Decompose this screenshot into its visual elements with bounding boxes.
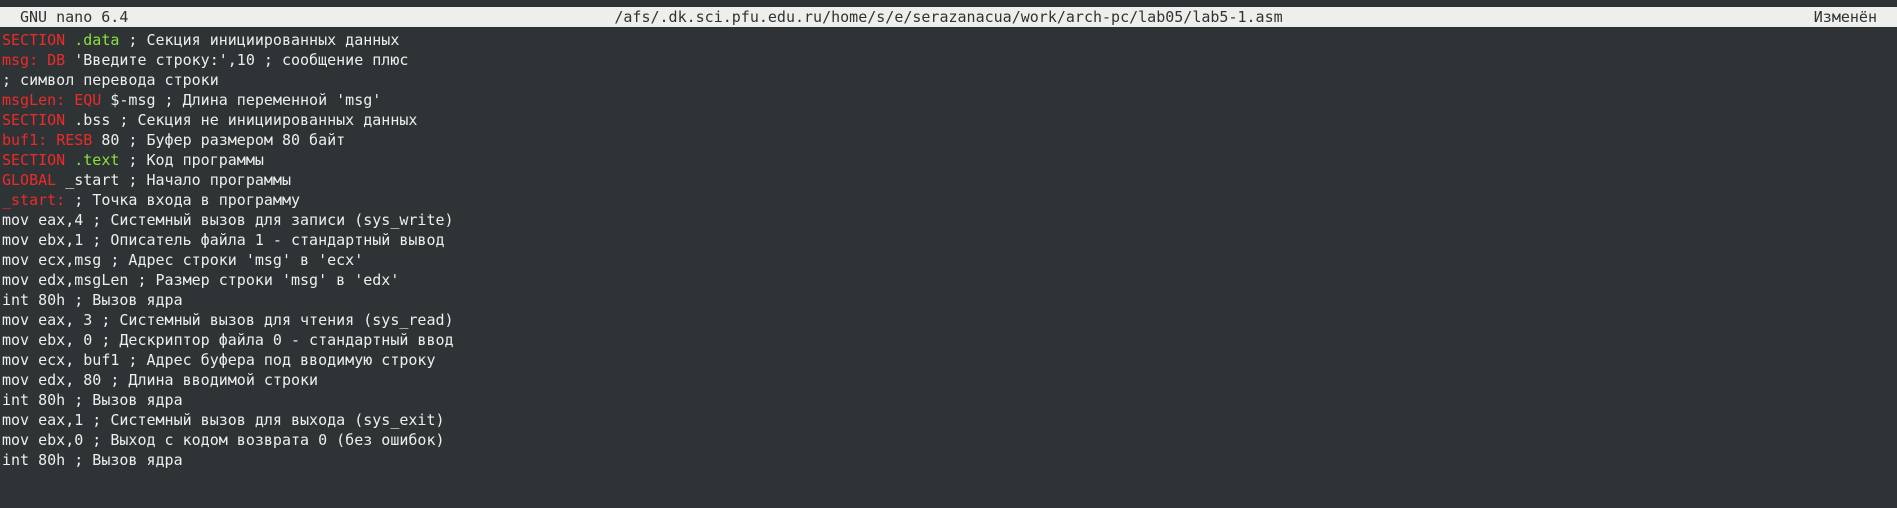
code-keyword: SECTION <box>2 151 66 169</box>
code-line[interactable]: msg: DB 'Введите строку:',10 ; сообщение… <box>2 50 1892 70</box>
code-line[interactable]: msgLen: EQU $-msg ; Длина переменной 'ms… <box>2 90 1892 110</box>
code-keyword: GLOBAL <box>2 171 57 189</box>
code-line[interactable]: int 80h ; Вызов ядра <box>2 450 1892 470</box>
code-text: mov eax,1 ; Системный вызов для выхода (… <box>2 411 445 429</box>
code-line[interactable]: mov eax, 3 ; Системный вызов для чтения … <box>2 310 1892 330</box>
editor-text-area[interactable]: SECTION .data ; Секция инициированных да… <box>2 30 1892 470</box>
modified-status: Изменён <box>1813 8 1877 26</box>
code-line[interactable]: mov edx, 80 ; Длина вводимой строки <box>2 370 1892 390</box>
code-keyword: SECTION <box>2 111 66 129</box>
code-line[interactable]: mov ebx, 0 ; Дескриптор файла 0 - станда… <box>2 330 1892 350</box>
code-line[interactable]: mov ebx,0 ; Выход с кодом возврата 0 (бе… <box>2 430 1892 450</box>
code-text: mov ebx, 0 ; Дескриптор файла 0 - станда… <box>2 331 454 349</box>
code-keyword: .text <box>74 151 120 169</box>
nano-titlebar: GNU nano 6.4 /afs/.dk.sci.pfu.edu.ru/hom… <box>0 7 1897 27</box>
code-line[interactable]: SECTION .text ; Код программы <box>2 150 1892 170</box>
code-line[interactable]: SECTION .bss ; Секция не инициированных … <box>2 110 1892 130</box>
code-line[interactable]: mov ecx, buf1 ; Адрес буфера под вводиму… <box>2 350 1892 370</box>
code-line[interactable]: GLOBAL _start ; Начало программы <box>2 170 1892 190</box>
code-line[interactable]: mov edx,msgLen ; Размер строки 'msg' в '… <box>2 270 1892 290</box>
code-keyword: DB <box>47 51 66 69</box>
code-line[interactable]: int 80h ; Вызов ядра <box>2 290 1892 310</box>
code-keyword: msgLen: <box>2 91 66 109</box>
code-keyword: SECTION <box>2 31 66 49</box>
code-keyword: buf1: <box>2 131 48 149</box>
code-keyword: .data <box>74 31 120 49</box>
code-line[interactable]: SECTION .data ; Секция инициированных да… <box>2 30 1892 50</box>
code-text: ; Код программы <box>119 151 264 169</box>
code-text: ; символ перевода строки <box>2 71 219 89</box>
code-text: ; Секция инициированных данных <box>119 31 400 49</box>
code-keyword: RESB <box>56 131 93 149</box>
code-line[interactable]: mov eax,4 ; Системный вызов для записи (… <box>2 210 1892 230</box>
code-text: int 80h ; Вызов ядра <box>2 291 183 309</box>
code-line[interactable]: int 80h ; Вызов ядра <box>2 390 1892 410</box>
code-line[interactable]: mov ebx,1 ; Описатель файла 1 - стандарт… <box>2 230 1892 250</box>
code-line[interactable]: mov eax,1 ; Системный вызов для выхода (… <box>2 410 1892 430</box>
code-text: $-msg ; Длина переменной 'msg' <box>101 91 382 109</box>
code-line[interactable]: _start: ; Точка входа в программу <box>2 190 1892 210</box>
code-text: mov ebx,1 ; Описатель файла 1 - стандарт… <box>2 231 445 249</box>
terminal-window: GNU nano 6.4 /afs/.dk.sci.pfu.edu.ru/hom… <box>0 0 1897 508</box>
code-text: mov eax,4 ; Системный вызов для записи (… <box>2 211 454 229</box>
code-text: ; Точка входа в программу <box>65 191 301 209</box>
code-keyword: EQU <box>74 91 102 109</box>
file-path: /afs/.dk.sci.pfu.edu.ru/home/s/e/serazan… <box>614 8 1283 26</box>
code-text: mov eax, 3 ; Системный вызов для чтения … <box>2 311 454 329</box>
code-text: int 80h ; Вызов ядра <box>2 391 183 409</box>
top-border <box>0 0 1897 7</box>
code-line[interactable]: mov ecx,msg ; Адрес строки 'msg' в 'ecx' <box>2 250 1892 270</box>
code-line[interactable]: buf1: RESB 80 ; Буфер размером 80 байт <box>2 130 1892 150</box>
code-line[interactable]: ; символ перевода строки <box>2 70 1892 90</box>
code-keyword: _start: <box>2 191 66 209</box>
code-keyword: msg: <box>2 51 39 69</box>
code-text: .bss ; Секция не инициированных данных <box>65 111 418 129</box>
code-text: 'Введите строку:',10 ; сообщение плюс <box>65 51 409 69</box>
code-text: mov edx,msgLen ; Размер строки 'msg' в '… <box>2 271 400 289</box>
code-text: mov ecx, buf1 ; Адрес буфера под вводиму… <box>2 351 436 369</box>
code-text: int 80h ; Вызов ядра <box>2 451 183 469</box>
code-text: mov edx, 80 ; Длина вводимой строки <box>2 371 319 389</box>
code-text: mov ebx,0 ; Выход с кодом возврата 0 (бе… <box>2 431 445 449</box>
code-text: mov ecx,msg ; Адрес строки 'msg' в 'ecx' <box>2 251 364 269</box>
code-text: _start ; Начало программы <box>56 171 291 189</box>
code-text: 80 ; Буфер размером 80 байт <box>92 131 346 149</box>
